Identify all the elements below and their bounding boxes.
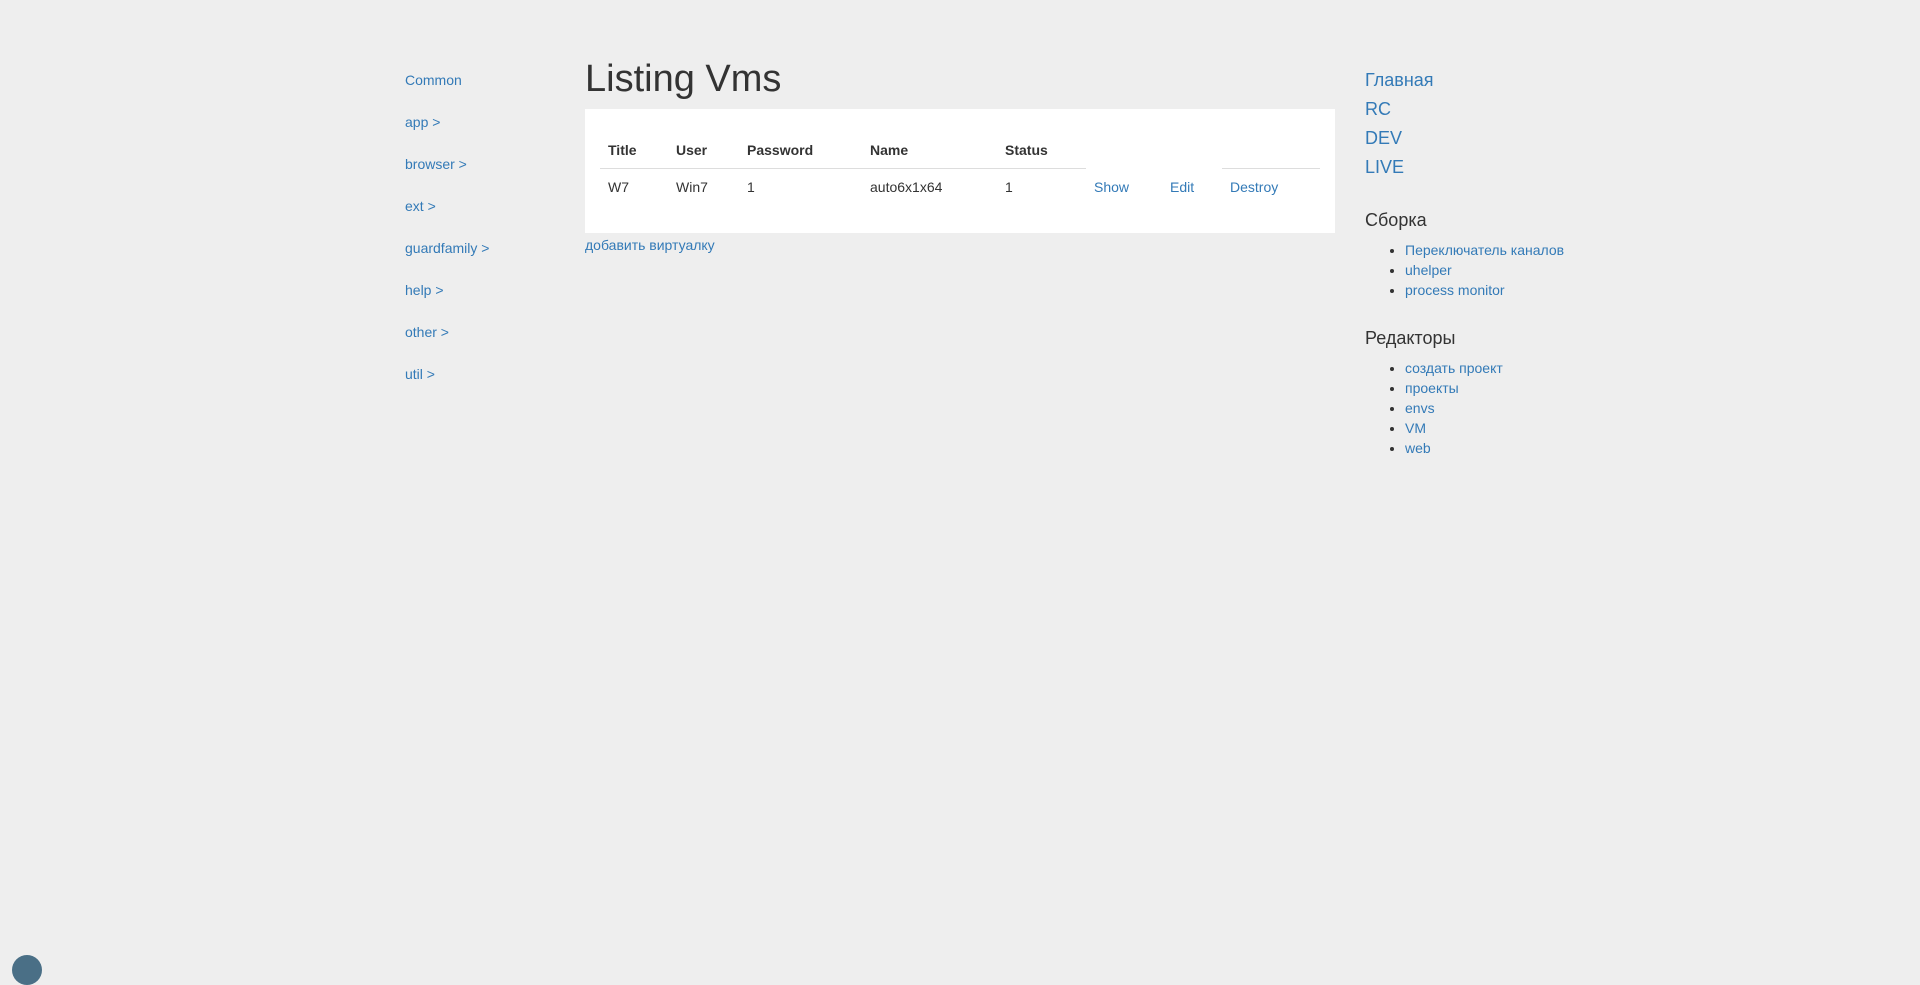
sidebar-item-browser[interactable]: browser > <box>405 154 565 196</box>
nav-link-rc[interactable]: RC <box>1365 95 1565 124</box>
editor-link-projects[interactable]: проекты <box>1405 380 1459 396</box>
list-item: web <box>1405 438 1565 458</box>
editors-list: создать проект проекты envs VM web <box>1365 358 1565 458</box>
table-row: W7 Win7 1 auto6x1x64 1 Show Edit Destroy <box>600 169 1320 206</box>
table-header-row: Title User Password Name Status <box>600 124 1320 169</box>
main-content: Listing Vms Title User Password Name Sta… <box>585 54 1335 253</box>
column-header-password: Password <box>739 124 862 169</box>
list-item: проекты <box>1405 378 1565 398</box>
vms-table: Title User Password Name Status W7 Win7 … <box>600 124 1320 205</box>
sidebar-item-common[interactable]: Common <box>405 70 565 112</box>
editor-link-create-project[interactable]: создать проект <box>1405 360 1503 376</box>
list-item: Переключатель каналов <box>1405 240 1565 260</box>
nav-link-home[interactable]: Главная <box>1365 66 1565 95</box>
list-item: envs <box>1405 398 1565 418</box>
right-sidebar: Главная RC DEV LIVE Сборка Переключатель… <box>1365 66 1565 458</box>
nav-link-dev[interactable]: DEV <box>1365 124 1565 153</box>
left-sidebar: Common app > browser > ext > guardfamily… <box>405 70 565 406</box>
sidebar-item-util[interactable]: util > <box>405 364 565 406</box>
build-link-uhelper[interactable]: uhelper <box>1405 262 1452 278</box>
column-header-name: Name <box>862 124 997 169</box>
sidebar-item-guardfamily[interactable]: guardfamily > <box>405 238 565 280</box>
sidebar-item-other[interactable]: other > <box>405 322 565 364</box>
edit-link[interactable]: Edit <box>1170 179 1194 195</box>
column-header-empty <box>1222 124 1320 169</box>
build-link-channel-switcher[interactable]: Переключатель каналов <box>1405 242 1564 258</box>
vms-table-panel: Title User Password Name Status W7 Win7 … <box>585 109 1335 233</box>
list-item: создать проект <box>1405 358 1565 378</box>
sidebar-item-ext[interactable]: ext > <box>405 196 565 238</box>
cell-name: auto6x1x64 <box>870 179 943 195</box>
cell-edit: Edit <box>1162 169 1222 206</box>
column-header-user: User <box>668 124 739 169</box>
editors-heading: Редакторы <box>1365 328 1456 348</box>
sidebar-item-app[interactable]: app > <box>405 112 565 154</box>
editor-link-vm[interactable]: VM <box>1405 420 1426 436</box>
column-header-empty <box>1162 124 1222 169</box>
list-item: VM <box>1405 418 1565 438</box>
list-item: process monitor <box>1405 280 1565 300</box>
list-item: uhelper <box>1405 260 1565 280</box>
editor-link-envs[interactable]: envs <box>1405 400 1435 416</box>
column-header-status: Status <box>997 124 1086 169</box>
cell-title: W7 <box>608 179 629 195</box>
show-link[interactable]: Show <box>1094 179 1129 195</box>
sidebar-item-help[interactable]: help > <box>405 280 565 322</box>
column-header-title: Title <box>600 124 668 169</box>
build-heading: Сборка <box>1365 210 1427 230</box>
cell-user: Win7 <box>676 179 708 195</box>
cell-status: 1 <box>1005 179 1013 195</box>
add-vm-link[interactable]: добавить виртуалку <box>585 237 1335 253</box>
cell-destroy: Destroy <box>1222 169 1320 206</box>
page-title: Listing Vms <box>585 58 782 100</box>
cell-password: 1 <box>747 179 755 195</box>
editor-link-web[interactable]: web <box>1405 440 1431 456</box>
destroy-link[interactable]: Destroy <box>1230 179 1278 195</box>
build-list: Переключатель каналов uhelper process mo… <box>1365 240 1565 300</box>
build-link-process-monitor[interactable]: process monitor <box>1405 282 1505 298</box>
nav-link-live[interactable]: LIVE <box>1365 153 1565 182</box>
column-header-empty <box>1086 124 1162 169</box>
cell-show: Show <box>1086 169 1162 206</box>
